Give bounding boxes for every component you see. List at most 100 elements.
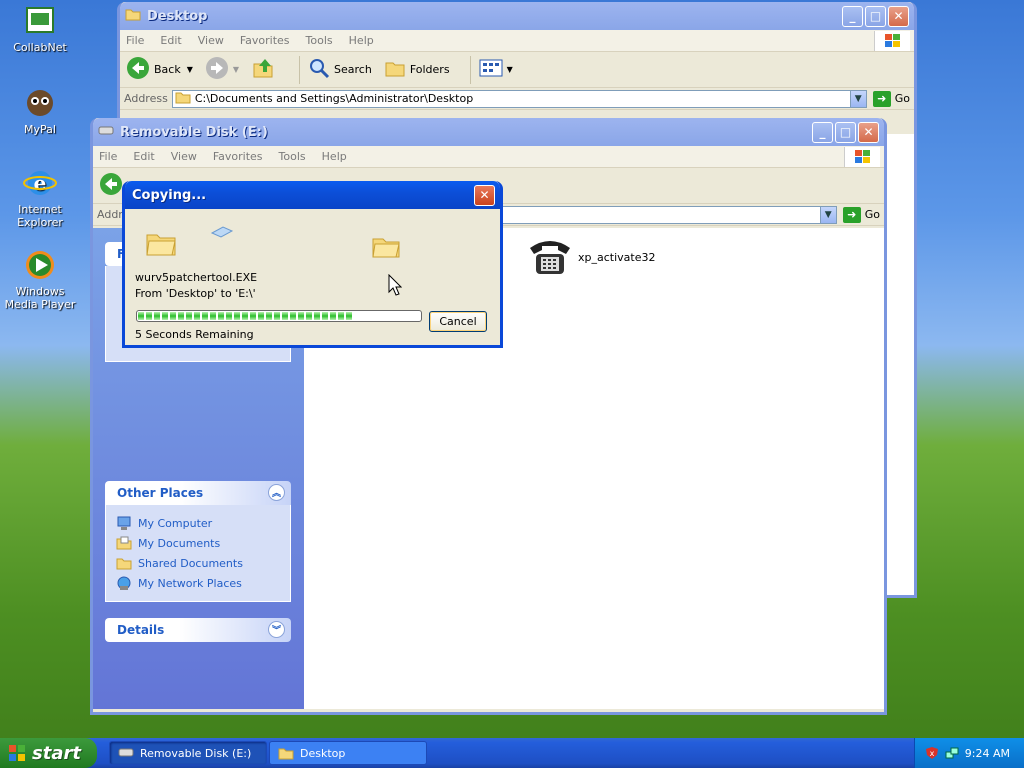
folders-label: Folders [409,63,450,76]
address-label: Address [124,92,168,105]
window-title: Removable Disk (E:) [120,124,268,140]
folders-button[interactable]: Folders [384,58,450,81]
toolbar-separator [469,55,471,84]
start-button[interactable]: start [0,738,97,768]
progress-chunk [170,312,176,320]
details-header[interactable]: Details ︾ [105,618,291,642]
maximize-button[interactable]: □ [865,5,886,27]
address-dropdown-button[interactable]: ▼ [849,90,866,107]
other-places-header[interactable]: Other Places ︽ [105,481,291,505]
expand-chevron-icon[interactable]: ︾ [268,621,285,638]
toolbar-separator [299,55,301,84]
forward-arrow-icon [205,56,229,83]
desktop-icon-internet-explorer[interactable]: e Internet Explorer [0,166,80,229]
address-dropdown-button[interactable]: ▼ [819,206,836,223]
desktop-icon-label: MyPal [24,123,56,136]
close-button[interactable]: ✕ [474,184,495,206]
link-my-documents[interactable]: My Documents [116,533,280,553]
desktop-icon-collabnet[interactable]: CollabNet [0,4,80,54]
desktop-icon-mypal[interactable]: MyPal [0,86,80,136]
removable-disk-titlebar[interactable]: Removable Disk (E:) _ □ ✕ [93,118,884,146]
start-label: start [32,742,81,764]
progress-chunk [242,312,248,320]
progress-chunk [282,312,288,320]
progress-chunk [330,312,336,320]
progress-fill [138,312,352,320]
minimize-button[interactable]: _ [812,121,833,143]
menu-help[interactable]: Help [322,150,347,163]
link-my-computer[interactable]: My Computer [116,513,280,533]
close-icon: ✕ [893,9,904,23]
chevron-down-icon: ▼ [232,65,240,74]
folder-icon [125,7,141,25]
desktop-icon-windows-media-player[interactable]: Windows Media Player [0,248,80,311]
windows-logo-icon [844,147,880,167]
close-button[interactable]: ✕ [888,5,909,27]
views-button[interactable]: ▼ [479,58,513,81]
cancel-button[interactable]: Cancel [429,311,487,332]
collapse-chevron-icon[interactable]: ︽ [268,484,285,501]
minimize-icon: _ [849,9,856,23]
menu-favorites[interactable]: Favorites [213,150,263,163]
security-shield-icon[interactable]: x [925,746,939,760]
up-folder-button[interactable] [251,56,279,83]
address-input[interactable]: C:\Documents and Settings\Administrator\… [171,89,867,108]
menu-edit[interactable]: Edit [133,150,154,163]
desktop-window-titlebar[interactable]: Desktop _ □ ✕ [120,2,914,30]
menu-tools[interactable]: Tools [279,150,306,163]
progress-chunk [234,312,240,320]
progress-chunk [314,312,320,320]
copy-from-to: From 'Desktop' to 'E:\' [135,287,256,300]
mypal-icon [23,86,57,120]
menu-help[interactable]: Help [349,34,374,47]
drive-icon [98,124,114,140]
go-label: Go [864,208,880,221]
menu-edit[interactable]: Edit [160,34,181,47]
clock[interactable]: 9:24 AM [965,747,1010,760]
copying-dialog[interactable]: Copying... ✕ wurv5patchertool.EXE From '… [122,181,503,348]
taskbar-item-removable-disk[interactable]: Removable Disk (E:) [109,741,267,765]
progress-chunk [250,312,256,320]
shared-folder-icon [116,555,132,571]
back-button[interactable]: Back ▼ [126,56,193,83]
search-button[interactable]: Search [308,57,372,82]
back-label: Back [154,63,181,76]
close-button[interactable]: ✕ [858,121,879,143]
destination-folder-icon [371,231,401,264]
minimize-button[interactable]: _ [842,5,863,27]
chevron-down-icon: ▼ [824,209,832,220]
details-panel: Details ︾ [105,618,291,642]
details-title: Details [117,623,165,637]
menu-favorites[interactable]: Favorites [240,34,290,47]
menu-tools[interactable]: Tools [306,34,333,47]
desktop-icon-label: CollabNet [13,41,67,54]
forward-button[interactable]: ▼ [205,56,239,83]
chevron-down-icon: ▼ [854,93,862,104]
go-button[interactable]: ➜ Go [872,90,910,107]
link-shared-documents[interactable]: Shared Documents [116,553,280,573]
taskbar-item-label: Desktop [300,746,346,760]
dialog-titlebar[interactable]: Copying... ✕ [125,181,500,209]
documents-folder-icon [116,535,132,551]
menu-file[interactable]: File [126,34,144,47]
folder-icon [175,90,191,107]
time-remaining: 5 Seconds Remaining [135,328,254,341]
go-label: Go [894,92,910,105]
taskbar-item-desktop[interactable]: Desktop [269,741,427,765]
maximize-button[interactable]: □ [835,121,856,143]
back-arrow-icon [99,172,123,199]
link-my-network-places[interactable]: My Network Places [116,573,280,593]
menu-file[interactable]: File [99,150,117,163]
search-icon [308,57,330,82]
file-item-xp-activate32[interactable]: xp_activate32 [526,234,655,281]
other-places-title: Other Places [117,486,204,500]
progress-chunk [322,312,328,320]
close-icon: ✕ [479,188,490,202]
go-button[interactable]: ➜ Go [842,206,880,223]
progress-chunk [266,312,272,320]
chevron-down-icon: ▼ [506,65,513,74]
menu-view[interactable]: View [198,34,224,47]
network-connection-icon[interactable] [945,746,959,760]
menu-view[interactable]: View [171,150,197,163]
flying-document-icon [210,225,234,242]
